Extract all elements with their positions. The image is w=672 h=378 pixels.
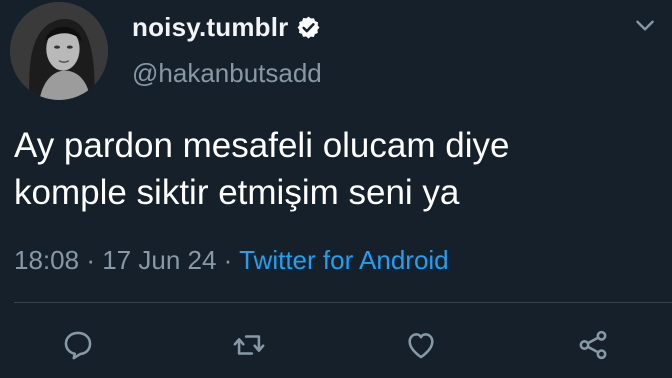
chevron-down-icon[interactable] [632,12,658,38]
tweet-time: 18:08 [14,245,80,275]
reply-button[interactable] [55,322,101,368]
action-bar [0,322,672,368]
divider [14,302,672,303]
verified-badge-icon [298,16,320,39]
tweet-text: Ay pardon mesafeli olucam diye komple si… [14,122,654,216]
meta-separator: · [223,245,233,275]
display-name[interactable]: noisy.tumblr [132,12,288,43]
tweet-date[interactable]: 17 Jun 24 [102,245,216,275]
tweet-text-line: Ay pardon mesafeli olucam diye [14,126,510,165]
profile-photo [10,2,108,100]
reply-icon [64,331,92,360]
share-icon [579,330,607,360]
retweet-icon [233,335,265,355]
meta-separator: · [86,245,95,275]
retweet-button[interactable] [226,322,272,368]
tweet-meta: 18:08 · 17 Jun 24 · Twitter for Android [14,245,449,276]
like-icon [408,333,434,359]
author-name-row: noisy.tumblr [132,12,321,43]
tweet-text-line: komple siktir etmişim seni ya [14,173,460,212]
tweet-source-link[interactable]: Twitter for Android [239,245,449,275]
avatar[interactable] [10,2,108,100]
user-handle[interactable]: @hakanbutsadd [132,58,322,89]
share-button[interactable] [570,322,616,368]
like-button[interactable] [398,322,444,368]
